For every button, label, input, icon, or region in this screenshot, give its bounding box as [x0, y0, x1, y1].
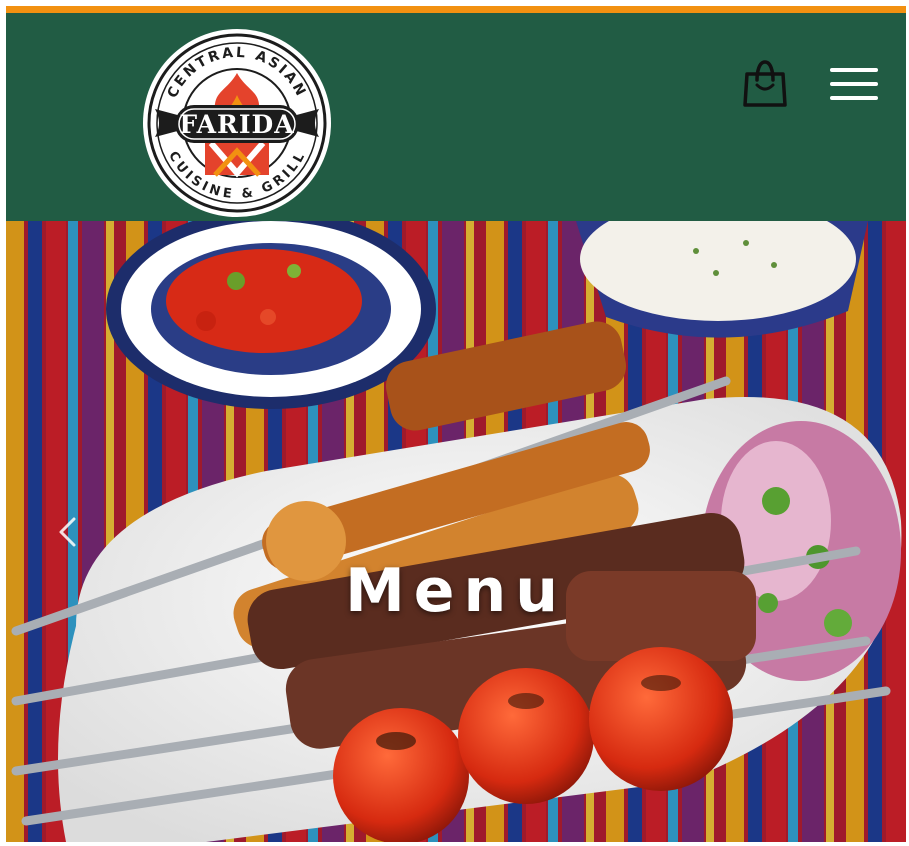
hero-food-image	[6, 221, 906, 842]
logo-wordmark: FARIDA	[179, 110, 294, 139]
shopping-bag-icon[interactable]	[743, 58, 787, 108]
farida-logo[interactable]: FARIDA CENTRAL ASIAN CUISINE & GRILL	[141, 25, 333, 221]
chevron-left-icon[interactable]	[54, 515, 82, 549]
site-header: FARIDA CENTRAL ASIAN CUISINE & GRILL	[6, 13, 906, 221]
page-frame: FARIDA CENTRAL ASIAN CUISINE & GRILL Men…	[6, 6, 906, 842]
hero-title: Menu	[345, 556, 567, 626]
top-accent-bar	[6, 6, 906, 13]
hero-banner: Menu	[6, 221, 906, 842]
hamburger-menu-icon[interactable]	[828, 65, 880, 103]
